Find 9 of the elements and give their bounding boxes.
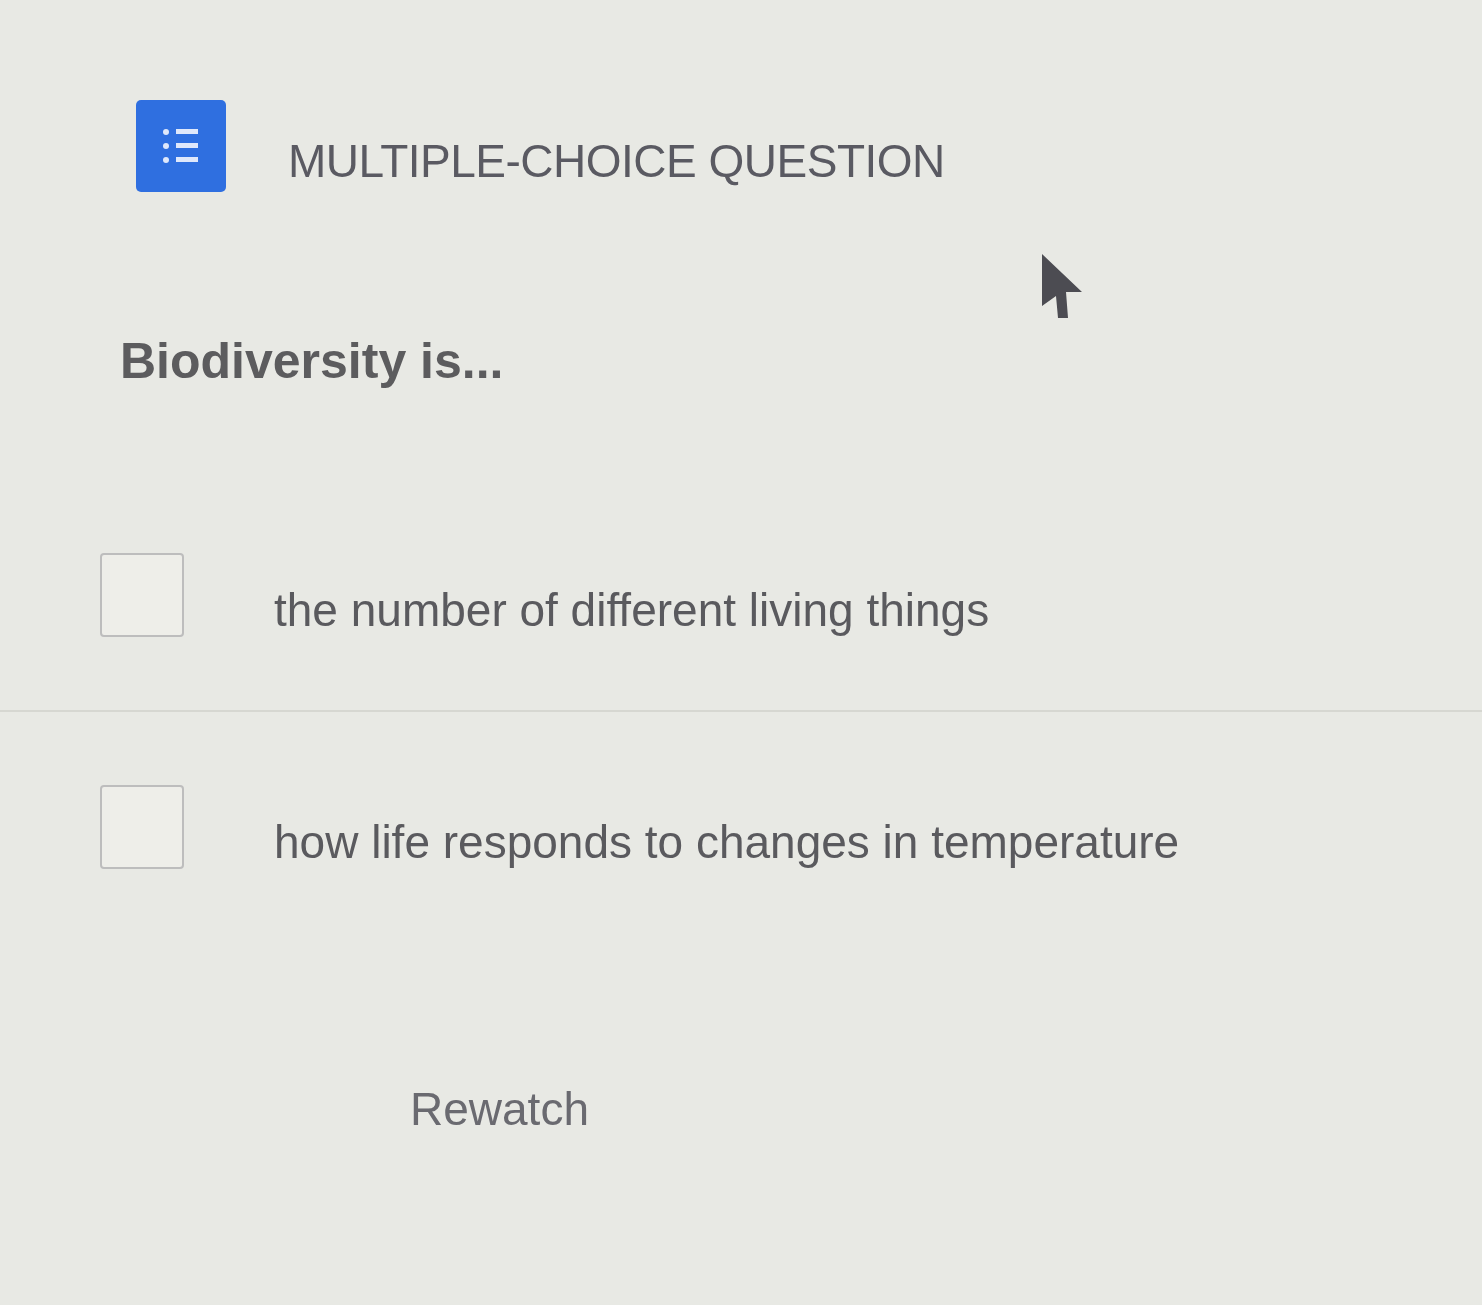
question-text: Biodiversity is... [120, 332, 504, 390]
answer-checkbox[interactable] [100, 785, 184, 869]
answer-option-text[interactable]: the number of different living things [274, 583, 990, 637]
mouse-cursor-icon [1040, 252, 1084, 320]
question-type-title: MULTIPLE-CHOICE QUESTION [288, 134, 945, 188]
answer-option-text[interactable]: how life responds to changes in temperature [274, 815, 1180, 869]
answer-checkbox[interactable] [100, 553, 184, 637]
rewatch-button[interactable]: Rewatch [410, 1082, 589, 1136]
checklist-icon [136, 100, 226, 192]
